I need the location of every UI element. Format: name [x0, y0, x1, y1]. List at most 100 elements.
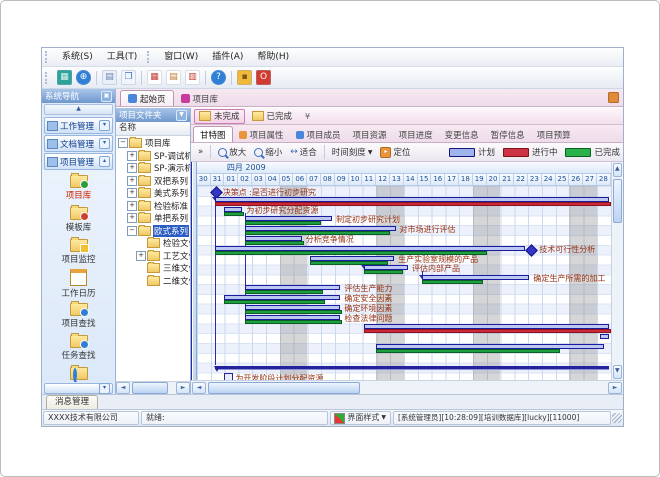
task-bar[interactable]: [600, 334, 610, 342]
menu-item-plugins[interactable]: 插件(A): [205, 49, 250, 66]
tab-project-progress[interactable]: 项目进度: [393, 127, 439, 142]
expand-icon[interactable]: +: [127, 163, 137, 173]
expand-icon[interactable]: +: [127, 176, 137, 186]
expand-icon[interactable]: +: [127, 213, 137, 223]
task-bar[interactable]: [376, 344, 604, 352]
menu-item-tools[interactable]: 工具(T): [100, 49, 145, 66]
chevron-down-icon[interactable]: ▾: [99, 120, 110, 131]
time-scale-dropdown[interactable]: 时间刻度▼: [328, 145, 377, 159]
menu-item-window[interactable]: 窗口(W): [157, 49, 205, 66]
tree-item[interactable]: −欧式系列: [116, 225, 190, 238]
tab-project-properties[interactable]: 项目属性: [233, 127, 290, 142]
globe-icon[interactable]: ⊕: [76, 70, 91, 85]
sidebar-item-project-doc-search[interactable]: 项目文档查找: [42, 364, 115, 382]
tab-start-page[interactable]: 起始页: [120, 90, 174, 106]
task-bar[interactable]: 对市场进行评估: [245, 226, 395, 234]
sidebar-scroll-up-button[interactable]: ▲: [44, 104, 113, 115]
sidebar-section-project-management[interactable]: 项目管理▴: [44, 153, 113, 170]
chevron-up-icon[interactable]: ▴: [99, 156, 110, 167]
resize-grip[interactable]: [612, 413, 622, 423]
workspace-icon[interactable]: ▦: [57, 70, 72, 85]
expand-icon[interactable]: +: [136, 251, 146, 261]
scroll-right-icon[interactable]: ►: [176, 382, 190, 394]
filter-more-button[interactable]: ¥: [305, 112, 310, 121]
tree-pin-icon[interactable]: ▼: [176, 110, 187, 121]
exit-icon[interactable]: O: [256, 70, 271, 85]
tab-gantt[interactable]: 甘特图: [193, 126, 233, 142]
scroll-left-icon[interactable]: ◄: [192, 382, 206, 394]
tab-pause-info[interactable]: 暂停信息: [485, 127, 531, 142]
expand-icon[interactable]: +: [127, 151, 137, 161]
locate-button[interactable]: ▸定位: [376, 145, 414, 159]
tree-item[interactable]: 二维文件: [116, 275, 190, 288]
sidebar-section-partial[interactable]: ▾: [44, 383, 113, 394]
tree-hscroll-thumb[interactable]: [132, 382, 168, 394]
task-bar[interactable]: 生产实验室规模的产品: [310, 256, 394, 264]
gantt-vscrollbar[interactable]: ▲ ▼: [611, 162, 623, 380]
tree-item[interactable]: 三维文件: [116, 262, 190, 275]
task-bar[interactable]: 技术可行性分析: [215, 246, 526, 254]
scroll-right-icon[interactable]: ►: [608, 382, 622, 394]
task-bar[interactable]: 分析竞争情况: [245, 236, 302, 244]
gantt-hscroll-thumb[interactable]: [208, 382, 360, 394]
milestone-diamond[interactable]: [525, 244, 538, 257]
tree-column-header[interactable]: 名称: [116, 122, 190, 136]
tab-list-button[interactable]: [608, 92, 619, 103]
task-bar[interactable]: 评估生产能力: [245, 285, 340, 293]
task-bar[interactable]: 检查法律问题: [245, 315, 340, 323]
sidebar-item-template-library[interactable]: 模板库: [42, 204, 115, 236]
task-bar[interactable]: 制定初步研究计划: [245, 216, 332, 224]
tree-item[interactable]: +SP-调试机系: [116, 150, 190, 163]
sidebar-item-project-monitor[interactable]: 项目监控: [42, 236, 115, 268]
toolbar-overflow-button[interactable]: »: [194, 145, 207, 159]
task-bar[interactable]: [364, 324, 610, 332]
sidebar-section-document-management[interactable]: 文档管理▾: [44, 135, 113, 152]
filter-finished[interactable]: 已完成: [248, 110, 297, 123]
scroll-up-icon[interactable]: ▲: [613, 163, 622, 177]
tree-item[interactable]: +检验标准: [116, 200, 190, 213]
tree-item[interactable]: +单把系列: [116, 212, 190, 225]
task-bar[interactable]: [215, 197, 610, 205]
calendar-open-icon[interactable]: ▤: [166, 70, 181, 85]
tree-item[interactable]: +SP-演示机系: [116, 162, 190, 175]
expand-icon[interactable]: +: [127, 188, 137, 198]
scroll-left-icon[interactable]: ◄: [116, 382, 130, 394]
ui-style-dropdown[interactable]: 界面样式 ▼: [330, 411, 391, 425]
gantt-chart[interactable]: 决策点 :是否进行初步研究为初步研究分配资源制定初步研究计划对市场进行评估分析竞…: [197, 186, 611, 380]
sidebar-item-task-search[interactable]: 任务查找: [42, 332, 115, 364]
sidebar-pin-icon[interactable]: ▣: [101, 91, 112, 102]
zoom-out-button[interactable]: 缩小: [250, 145, 286, 159]
tree-hscrollbar[interactable]: ◄ ►: [116, 381, 190, 394]
tree-item[interactable]: +工艺文件: [116, 250, 190, 263]
sidebar-item-project-library[interactable]: 项目库: [42, 172, 115, 204]
collapse-icon[interactable]: −: [127, 226, 137, 236]
sidebar-item-work-calendar[interactable]: 工作日历: [42, 268, 115, 300]
task-bar[interactable]: 为初步研究分配资源: [224, 207, 242, 215]
sidebar-section-work-management[interactable]: 工作管理▾: [44, 117, 113, 134]
chevron-down-icon[interactable]: ▾: [99, 383, 110, 394]
zoom-in-button[interactable]: 放大: [214, 145, 250, 159]
tab-project-library[interactable]: 项目库: [174, 91, 226, 106]
filter-unfinished[interactable]: 未完成: [194, 109, 245, 124]
menu-item-help[interactable]: 帮助(H): [250, 49, 296, 66]
sidebar-item-project-search[interactable]: 项目查找: [42, 300, 115, 332]
task-marker[interactable]: [224, 373, 233, 380]
calendar-new-icon[interactable]: ▦: [147, 70, 162, 85]
menu-item-system[interactable]: 系统(S): [55, 49, 100, 66]
tree-item[interactable]: −项目库: [116, 137, 190, 150]
task-bar[interactable]: 确定环境因素: [245, 305, 340, 313]
folder-window-icon[interactable]: ▤: [102, 70, 117, 85]
chevron-down-icon[interactable]: ▾: [99, 138, 110, 149]
tab-project-resources[interactable]: 项目资源: [347, 127, 393, 142]
tree-item[interactable]: +双把系列: [116, 175, 190, 188]
tree-item[interactable]: 检验文件: [116, 237, 190, 250]
help-icon[interactable]: ?: [211, 70, 226, 85]
task-bar[interactable]: 评估内部产品: [364, 265, 408, 273]
calendar-close-icon[interactable]: ▥: [185, 70, 200, 85]
expand-icon[interactable]: +: [127, 201, 137, 211]
message-management-tab[interactable]: 消息管理: [46, 395, 98, 409]
lock-icon[interactable]: ▪: [237, 70, 252, 85]
tile-window-icon[interactable]: ❒: [121, 70, 136, 85]
task-bar[interactable]: 确定生产所需的加工: [422, 275, 530, 283]
gantt-vscroll-thumb[interactable]: [613, 179, 622, 223]
